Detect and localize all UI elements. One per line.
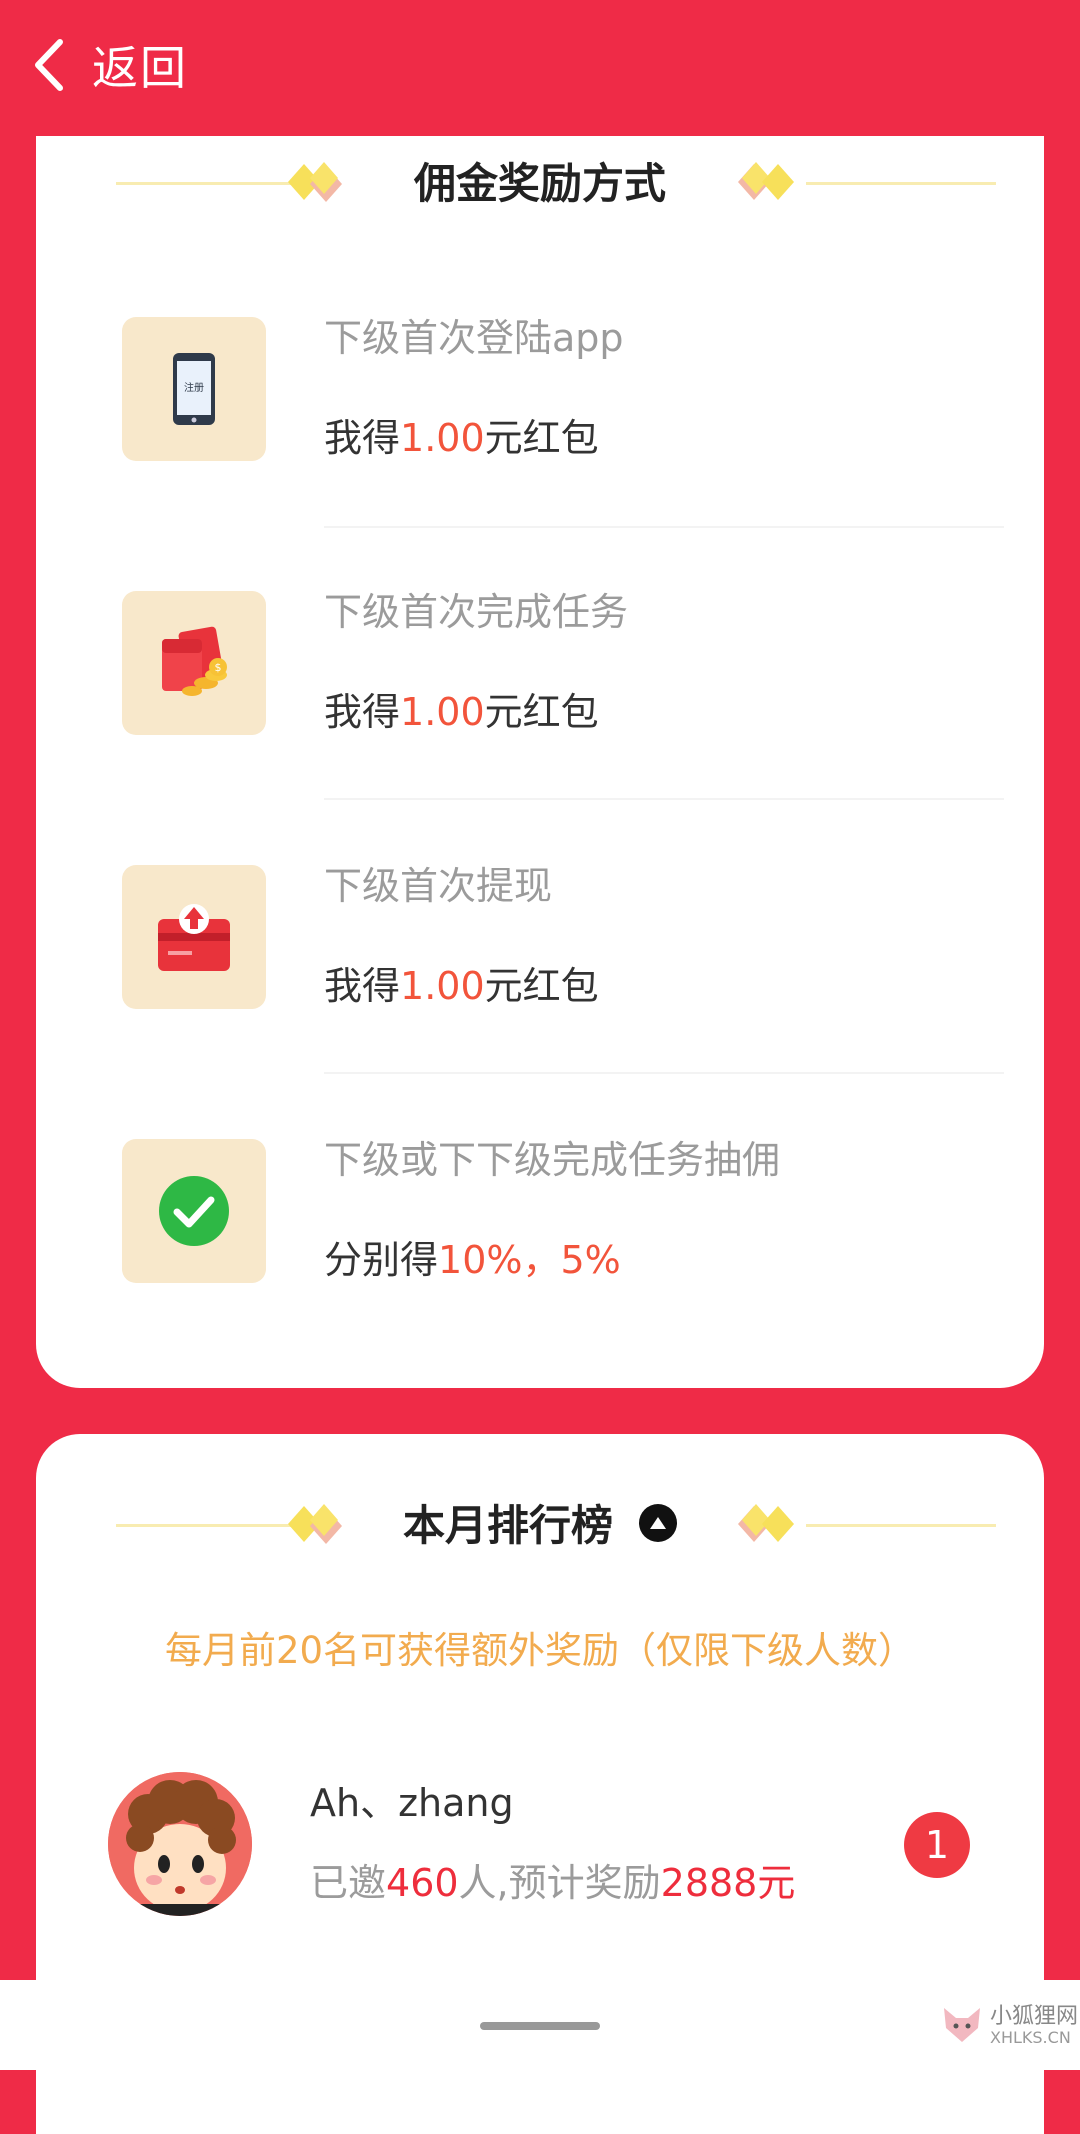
item-reward: 分别得10%，5% xyxy=(324,1238,621,1282)
phone-icon-label: 注册 xyxy=(184,381,204,394)
commission-card: 佣金奖励方式 注册 下级首次登陆app 我得1.00元红包 $ 下级首次完成任务… xyxy=(36,136,1044,1388)
watermark-cn: 小狐狸网 xyxy=(990,2004,1079,2029)
item-divider xyxy=(324,526,1004,528)
commission-item: 下级或下下级完成任务抽佣 分别得10%，5% xyxy=(36,1138,1044,1412)
commission-title: 佣金奖励方式 xyxy=(413,159,666,208)
check-circle-icon xyxy=(159,1176,229,1246)
item-title: 下级首次完成任务 xyxy=(324,590,629,634)
ranking-row[interactable]: Ah、zhang 已邀460人,预计奖励2888元 1 xyxy=(36,1772,1044,1922)
ranking-title-row: 本月排行榜 xyxy=(36,1484,1044,1564)
avatar xyxy=(108,1772,252,1916)
item-title: 下级首次提现 xyxy=(324,864,553,908)
collapse-toggle-button[interactable] xyxy=(639,1503,677,1542)
top-header: 返回 xyxy=(0,0,1080,130)
item-icon-box xyxy=(122,1139,266,1283)
watermark-en: XHLKS.CN xyxy=(990,2028,1071,2047)
diamond-decoration-icon xyxy=(738,162,794,200)
ranking-title-wrap: 本月排行榜 xyxy=(36,1492,1044,1553)
item-icon-box: $ xyxy=(122,591,266,735)
commission-item: 下级首次提现 我得1.00元红包 xyxy=(36,864,1044,1138)
item-title: 下级或下下级完成任务抽佣 xyxy=(324,1138,781,1182)
cartoon-avatar-icon xyxy=(108,1772,252,1916)
title-line-right xyxy=(806,182,996,185)
withdraw-card-icon xyxy=(158,904,230,971)
item-reward: 我得1.00元红包 xyxy=(324,964,599,1008)
item-icon-box: 注册 xyxy=(122,317,266,461)
svg-text:$: $ xyxy=(215,661,222,674)
back-label: 返回 xyxy=(92,41,188,95)
commission-title-row: 佣金奖励方式 xyxy=(36,142,1044,222)
fox-logo-icon xyxy=(944,2008,980,2042)
back-button[interactable]: 返回 xyxy=(30,30,188,100)
home-indicator[interactable] xyxy=(480,2022,600,2030)
ranking-note: 每月前20名可获得额外奖励（仅限下级人数） xyxy=(164,1629,916,1672)
item-title: 下级首次登陆app xyxy=(324,316,624,360)
ranking-title: 本月排行榜 xyxy=(402,1501,613,1550)
bottom-navigation-bar xyxy=(0,1980,1080,2070)
item-reward: 我得1.00元红包 xyxy=(324,416,599,460)
red-envelope-icon: $ xyxy=(162,626,227,696)
commission-item: $ 下级首次完成任务 我得1.00元红包 xyxy=(36,590,1044,864)
commission-item: 注册 下级首次登陆app 我得1.00元红包 xyxy=(36,316,1044,590)
item-divider xyxy=(324,1072,1004,1074)
item-icon-box xyxy=(122,865,266,1009)
phone-register-icon: 注册 xyxy=(173,353,215,425)
ranking-user-name: Ah、zhang xyxy=(310,1781,514,1825)
ranking-user-detail: 已邀460人,预计奖励2888元 xyxy=(310,1861,796,1905)
item-divider xyxy=(324,798,1004,800)
item-reward: 我得1.00元红包 xyxy=(324,690,599,734)
chevron-left-icon xyxy=(35,39,63,91)
watermark: 小狐狸网 XHLKS.CN xyxy=(940,1998,1078,2062)
triangle-up-icon xyxy=(650,1516,666,1529)
rank-number-badge: 1 xyxy=(904,1812,970,1878)
